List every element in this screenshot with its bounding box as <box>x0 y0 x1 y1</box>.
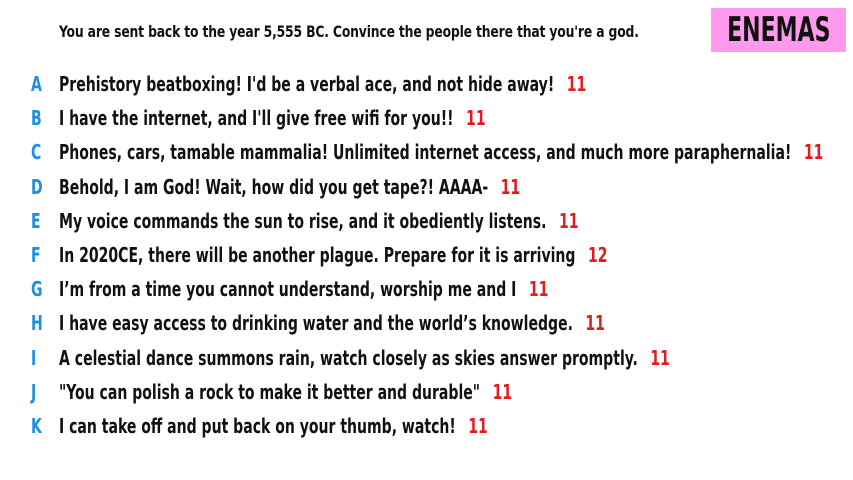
answer-letter: K <box>31 413 42 438</box>
prompt-text: You are sent back to the year 5,555 BC. … <box>59 22 639 41</box>
answer-score: 11 <box>528 277 549 302</box>
answer-score: 11 <box>803 140 824 165</box>
answer-text: I have easy access to drinking water and… <box>59 311 573 336</box>
answer-text: My voice commands the sun to rise, and i… <box>59 208 547 233</box>
answer-item: K I can take off and put back on your th… <box>0 414 853 448</box>
answer-letter: A <box>31 72 42 96</box>
answer-score: 11 <box>566 72 587 96</box>
answer-letter: I <box>31 345 37 370</box>
answer-item: F In 2020CE, there will be another plagu… <box>0 243 853 277</box>
game-code-text: ENEMAS <box>726 10 831 50</box>
answer-text: Prehistory beatboxing! I'd be a verbal a… <box>59 72 555 96</box>
answer-text: Phones, cars, tamable mammalia! Unlimite… <box>59 140 792 165</box>
answer-text: I have the internet, and I'll give free … <box>59 106 454 131</box>
answer-score: 12 <box>587 242 608 267</box>
answer-item: C Phones, cars, tamable mammalia! Unlimi… <box>0 140 853 174</box>
answer-score: 11 <box>466 106 486 131</box>
answer-item: A Prehistory beatboxing! I'd be a verbal… <box>0 72 853 106</box>
answer-text: I can take off and put back on your thum… <box>59 413 456 438</box>
answer-letter: D <box>31 174 43 199</box>
answer-item: G I’m from a time you cannot understand,… <box>0 277 853 311</box>
answer-letter: G <box>31 277 43 302</box>
answer-list: A Prehistory beatboxing! I'd be a verbal… <box>0 72 853 448</box>
answer-text: In 2020CE, there will be another plague.… <box>59 242 576 267</box>
answer-score: 11 <box>500 174 521 199</box>
answer-text: Behold, I am God! Wait, how did you get … <box>59 174 489 199</box>
answer-item: J "You can polish a rock to make it bett… <box>0 380 853 414</box>
answer-letter: H <box>31 311 43 336</box>
answer-letter: B <box>31 106 42 131</box>
answer-item: I A celestial dance summons rain, watch … <box>0 346 853 380</box>
answer-score: 11 <box>558 208 579 233</box>
game-code-badge: ENEMAS <box>711 8 846 52</box>
answer-item: E My voice commands the sun to rise, and… <box>0 209 853 243</box>
answer-score: 11 <box>468 413 488 438</box>
answer-letter: C <box>31 140 42 165</box>
answer-score: 11 <box>650 345 670 370</box>
answer-score: 11 <box>492 379 513 404</box>
answer-item: B I have the internet, and I'll give fre… <box>0 106 853 140</box>
answer-item: D Behold, I am God! Wait, how did you ge… <box>0 175 853 209</box>
answer-item: H I have easy access to drinking water a… <box>0 311 853 345</box>
answer-letter: J <box>31 379 37 404</box>
answer-letter: F <box>31 242 41 267</box>
answer-score: 11 <box>585 311 605 336</box>
answer-text: I’m from a time you cannot understand, w… <box>59 277 517 302</box>
answer-letter: E <box>31 208 41 233</box>
answer-text: "You can polish a rock to make it better… <box>59 379 481 404</box>
answer-text: A celestial dance summons rain, watch cl… <box>59 345 638 370</box>
